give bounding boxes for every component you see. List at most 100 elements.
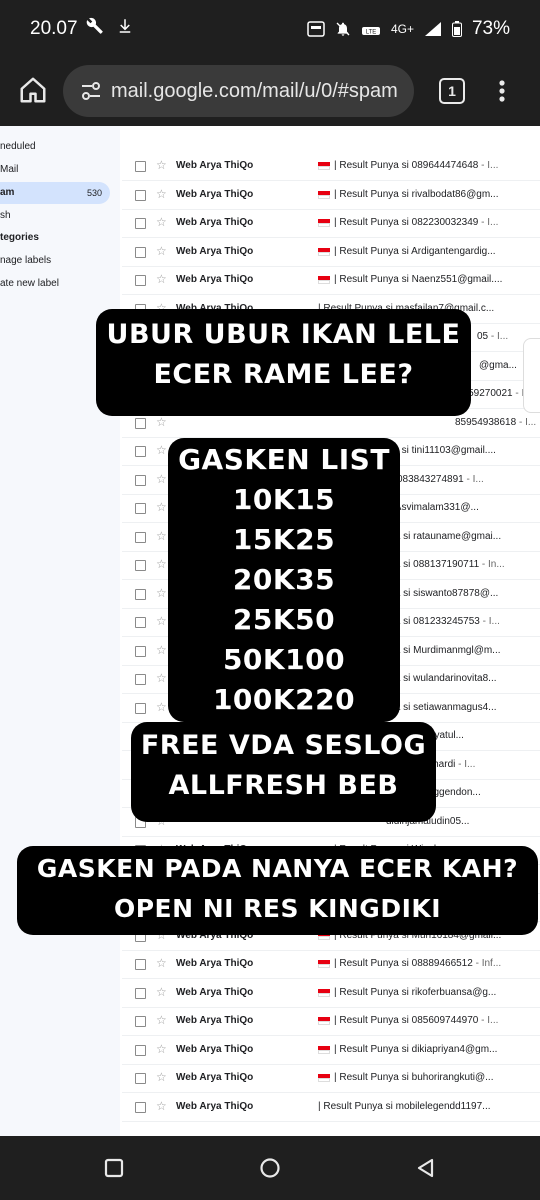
url-text[interactable]: mail.google.com/mail/u/0/#spam [111, 80, 406, 103]
overlay-caption-1: UBUR UBUR IKAN LELE ECER RAME LEE? [96, 309, 471, 416]
star-icon[interactable]: ☆ [156, 472, 167, 486]
overlay-line: ALLFRESH BEB [168, 770, 399, 801]
site-settings-icon[interactable] [79, 79, 103, 103]
home-nav-icon[interactable] [258, 1156, 282, 1180]
email-subject: | Result Punya si buhorirangkuti@... [334, 1072, 494, 1083]
email-subject-text: | Result Punya si rivalbodat86@gm... [334, 188, 499, 200]
back-icon[interactable] [414, 1156, 438, 1180]
select-checkbox[interactable] [135, 503, 146, 514]
email-row[interactable]: ☆ Web Arya ThiQo | Result Punya si Naenz55… [122, 266, 540, 295]
star-icon[interactable]: ☆ [156, 700, 167, 714]
auto-sync-icon [307, 21, 325, 37]
home-button[interactable] [18, 75, 48, 105]
select-checkbox[interactable] [135, 588, 146, 600]
email-subject-text: | Result Punya si 085609744970 [334, 1015, 479, 1026]
email-subject: | Result Punya si Ardigantengardig... [334, 246, 496, 257]
sidebar-item-manage-labels[interactable]: nage labels [0, 250, 110, 272]
select-checkbox[interactable] [135, 275, 146, 286]
star-icon[interactable]: ☆ [156, 443, 167, 457]
star-icon[interactable]: ☆ [156, 671, 167, 685]
email-sender: Web Arya ThiQo [176, 1100, 254, 1112]
email-row[interactable]: ☆ Web Arya ThiQo | Result Punya si Ardigan… [122, 238, 540, 267]
address-bar[interactable]: mail.google.com/mail/u/0/#spam [63, 65, 414, 117]
star-icon[interactable]: ☆ [156, 614, 167, 628]
email-row[interactable]: ☆ Web Arya ThiQo | Result Punya si 0822300… [122, 209, 540, 238]
star-icon[interactable]: ☆ [156, 272, 167, 286]
select-checkbox[interactable] [135, 645, 146, 657]
email-sender: Web Arya ThiQo [176, 958, 254, 969]
battery-level: 73% [471, 18, 510, 39]
star-icon[interactable]: ☆ [156, 1042, 167, 1056]
email-row[interactable]: ☆ Web Arya ThiQo | Result Punya si rikofer… [122, 979, 540, 1008]
select-checkbox[interactable] [135, 560, 146, 571]
sidebar-item-scheduled[interactable]: neduled [0, 136, 110, 158]
clock: 20.07 [30, 18, 78, 39]
star-icon[interactable]: ☆ [156, 557, 167, 571]
star-icon[interactable]: ☆ [156, 586, 167, 600]
email-row[interactable]: ☆ Web Arya ThiQo | Result Punya si dikiapr… [122, 1036, 540, 1065]
select-checkbox[interactable] [135, 674, 146, 685]
select-checkbox[interactable] [135, 246, 146, 258]
star-icon[interactable]: ☆ [156, 1070, 167, 1084]
overlay-line: FREE VDA SESLOG [140, 730, 427, 761]
scroll-handle[interactable] [523, 338, 540, 413]
star-icon[interactable]: ☆ [156, 985, 167, 999]
email-subject-text: | Result Punya si Naenz551@gmail.... [334, 274, 503, 285]
email-snippet: - I... [479, 616, 500, 627]
star-icon[interactable]: ☆ [156, 187, 167, 201]
email-subject-text: | Result Punya si buhorirangkuti@... [334, 1072, 494, 1083]
sidebar-item-spam[interactable]: am 530 [0, 182, 110, 204]
select-checkbox[interactable] [135, 417, 146, 429]
select-checkbox[interactable] [135, 474, 146, 486]
select-checkbox[interactable] [135, 959, 146, 970]
select-checkbox[interactable] [135, 1073, 146, 1084]
select-checkbox[interactable] [135, 531, 146, 543]
star-icon[interactable]: ☆ [156, 643, 167, 657]
email-row[interactable]: ☆ Web Arya ThiQo | Result Punya si 0856097… [122, 1007, 540, 1036]
star-icon[interactable]: ☆ [156, 158, 167, 172]
email-snippet: - Inf... [472, 958, 502, 969]
system-nav-bar [0, 1136, 540, 1200]
select-checkbox[interactable] [135, 161, 146, 172]
email-row[interactable]: ☆ Web Arya ThiQo | Result Punya si rivalbo… [122, 181, 540, 210]
email-subject: | Result Punya si 082230032349 - I... [334, 217, 498, 228]
select-checkbox[interactable] [135, 1016, 146, 1027]
sidebar-item-trash[interactable]: sh [0, 205, 110, 227]
star-icon[interactable]: ☆ [156, 215, 167, 229]
email-snippet: - I... [516, 416, 537, 428]
star-icon[interactable]: ☆ [156, 415, 167, 429]
select-checkbox[interactable] [135, 1101, 146, 1113]
overlay-line: 20K35 [232, 563, 336, 596]
sidebar-item-create-label[interactable]: ate new label [0, 273, 110, 295]
select-checkbox[interactable] [135, 1044, 146, 1056]
select-checkbox[interactable] [135, 218, 146, 229]
sidebar-item-label: tegories [0, 232, 39, 243]
star-icon[interactable]: ☆ [156, 529, 167, 543]
select-checkbox[interactable] [135, 987, 146, 999]
star-icon[interactable]: ☆ [156, 1013, 167, 1027]
overlay-line: GASKEN PADA NANYA ECER KAH? [36, 854, 519, 883]
select-checkbox[interactable] [135, 702, 146, 714]
more-menu-icon[interactable] [492, 77, 512, 105]
star-icon[interactable]: ☆ [156, 956, 167, 970]
star-icon[interactable]: ☆ [156, 244, 167, 258]
email-subject-text: @gma... [479, 359, 517, 371]
star-icon[interactable]: ☆ [156, 1099, 167, 1113]
star-icon[interactable]: ☆ [156, 500, 167, 514]
select-checkbox[interactable] [135, 446, 146, 457]
indonesia-flag-icon [318, 1017, 330, 1025]
mute-icon [336, 22, 350, 36]
select-checkbox[interactable] [135, 189, 146, 201]
select-checkbox[interactable] [135, 617, 146, 628]
email-subject: | Result Punya si 089644474648 - I... [334, 160, 498, 171]
recents-icon[interactable] [102, 1156, 126, 1180]
sidebar-item-categories[interactable]: tegories [0, 227, 110, 249]
tab-switcher-button[interactable]: 1 [439, 78, 465, 104]
email-row[interactable]: ☆ Web Arya ThiQo | Result Punya si buhorir… [122, 1064, 540, 1093]
email-row[interactable]: ☆ Web Arya ThiQo | Result Punya si 0888946… [122, 950, 540, 979]
email-row[interactable]: ☆ Web Arya ThiQo | Result Punya si mobilel… [122, 1093, 540, 1122]
sidebar-item-label: am [0, 187, 15, 198]
email-sender: Web Arya ThiQo [176, 1015, 254, 1026]
sidebar-item-all-mail[interactable]: Mail [0, 159, 110, 181]
email-row[interactable]: ☆ Web Arya ThiQo | Result Punya si 0896444… [122, 152, 540, 181]
